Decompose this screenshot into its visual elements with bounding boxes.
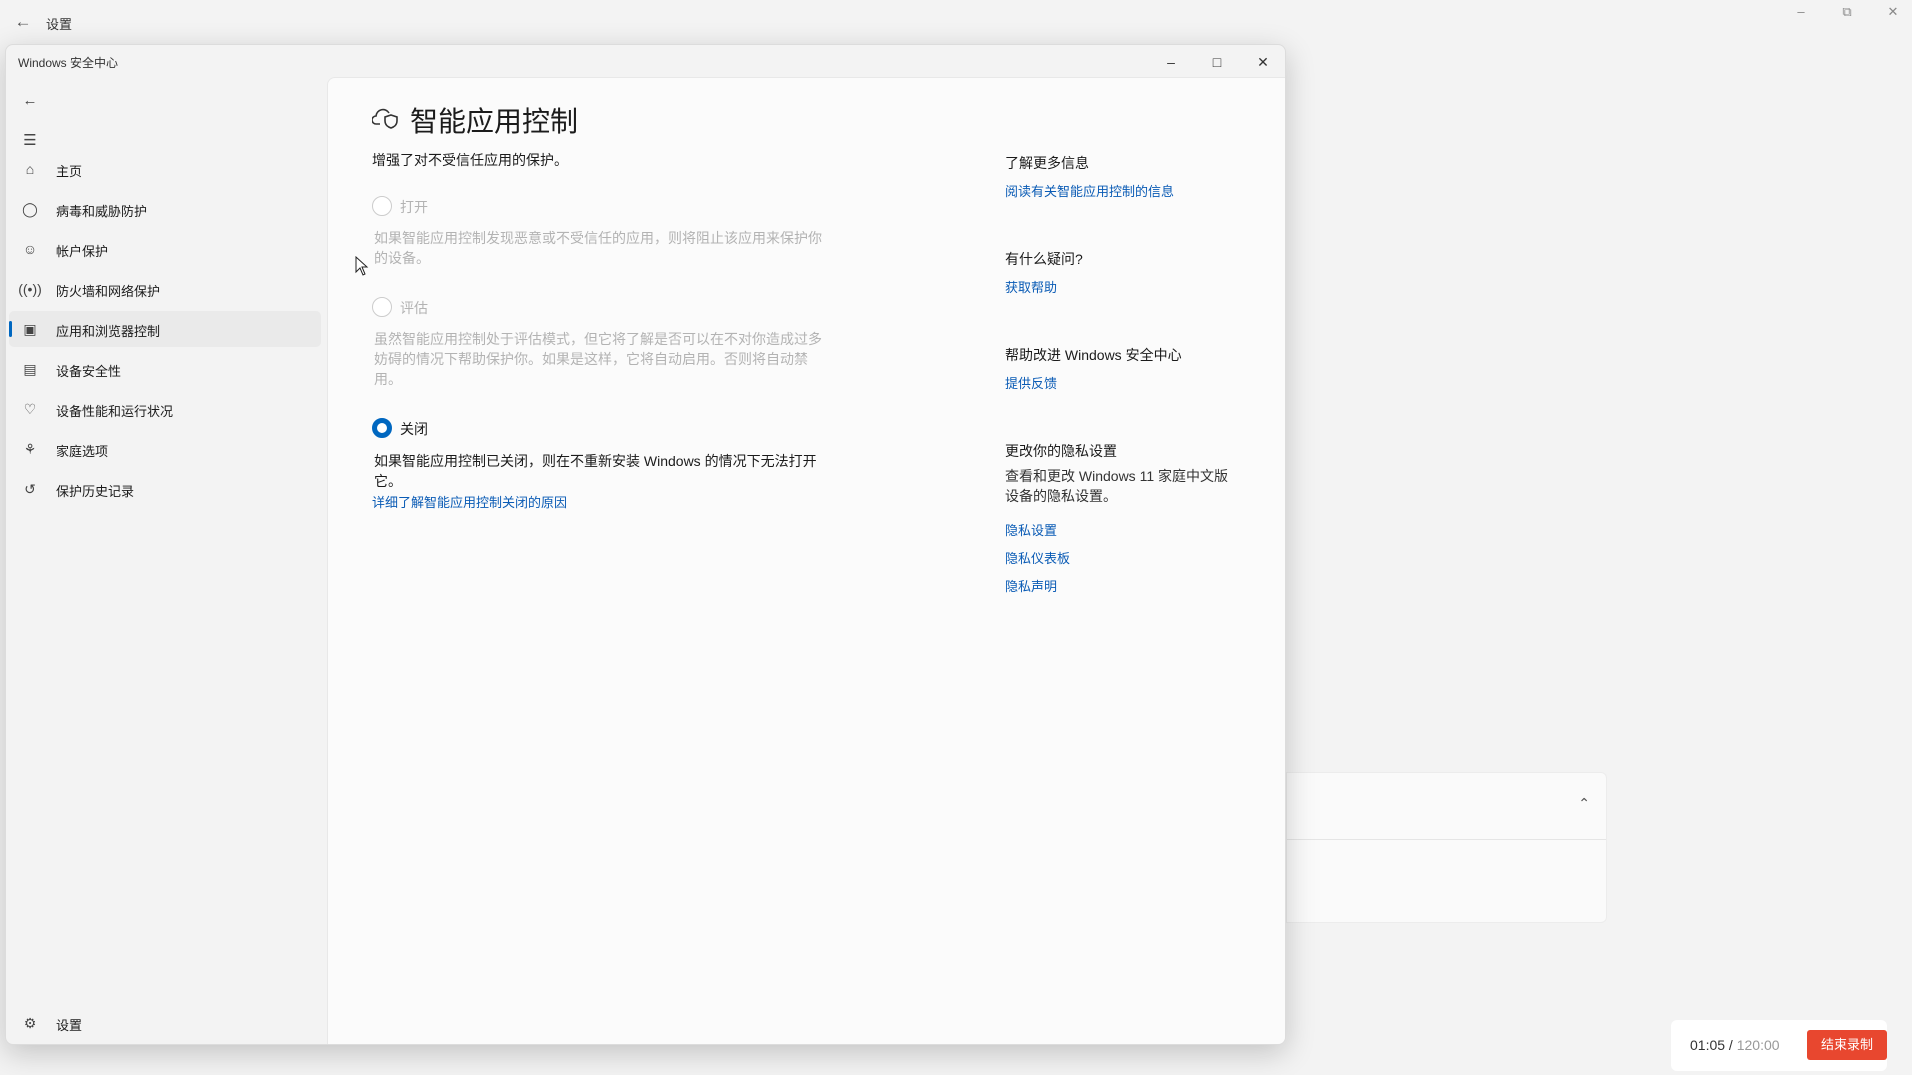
sidebar-item-label: 设置 (56, 1018, 83, 1033)
mouse-cursor-icon (355, 256, 369, 276)
app-window-icon: ▣ (23, 321, 37, 337)
privacy-statement-link[interactable]: 隐私声明 (1005, 576, 1057, 595)
history-icon: ↺ (24, 481, 36, 497)
learn-why-off-link[interactable]: 详细了解智能应用控制关闭的原因 (372, 492, 567, 511)
cloud-shield-icon (372, 108, 398, 129)
improve-heading: 帮助改进 Windows 安全中心 (1005, 347, 1182, 363)
outer-minimize-button[interactable]: – (1788, 4, 1814, 24)
sidebar-item-label: 家庭选项 (56, 444, 109, 459)
recording-timer: 01:05 / 120:00 (1690, 1037, 1780, 1053)
radio-off-label: 关闭 (400, 421, 428, 437)
page-title: 智能应用控制 (410, 106, 579, 137)
stop-recording-button[interactable]: 结束录制 (1807, 1030, 1887, 1060)
antenna-icon: ((•)) (18, 281, 42, 297)
option-on-description: 如果智能应用控制发现恶意或不受信任的应用，则将阻止该应用来保护你 的设备。 (374, 230, 822, 266)
get-help-link[interactable]: 获取帮助 (1005, 277, 1057, 296)
person-icon: ☺ (22, 241, 38, 257)
close-button[interactable]: ✕ (1243, 47, 1283, 77)
privacy-heading: 更改你的隐私设置 (1005, 443, 1117, 459)
sidebar-item-home[interactable]: ⌂ 主页 (9, 151, 321, 187)
sidebar-item-label: 主页 (56, 164, 83, 179)
radio-on-label: 打开 (400, 199, 428, 215)
sidebar-item-device-security[interactable]: ▤ 设备安全性 (9, 351, 321, 387)
privacy-dashboard-link[interactable]: 隐私仪表板 (1005, 548, 1070, 567)
radio-on[interactable] (372, 196, 392, 216)
learn-more-heading: 了解更多信息 (1005, 155, 1089, 171)
page-subtitle: 增强了对不受信任应用的保护。 (372, 152, 568, 168)
sidebar-item-label: 设备性能和运行状况 (56, 404, 174, 419)
outer-close-button[interactable]: ✕ (1880, 4, 1906, 24)
questions-heading: 有什么疑问? (1005, 251, 1083, 267)
sidebar-item-label: 设备安全性 (56, 364, 122, 379)
laptop-icon: ▤ (23, 361, 37, 377)
security-center-window: Windows 安全中心 – □ ✕ ← ☰ ⌂ 主页 ◯ 病毒和威胁防护 ☺ 帐户保… (5, 44, 1286, 1045)
nav-back-icon[interactable]: ← (18, 89, 42, 113)
give-feedback-link[interactable]: 提供反馈 (1005, 373, 1057, 392)
chevron-up-icon[interactable]: ⌃ (1578, 795, 1590, 812)
option-evaluate-description: 虽然智能应用控制处于评估模式，但它将了解是否可以在不对你造成过多 妨碍的情况下帮助… (374, 331, 822, 387)
radio-evaluate-label: 评估 (400, 300, 428, 316)
home-icon: ⌂ (25, 161, 35, 177)
background-expander-panel: ⌃ (1286, 772, 1607, 923)
minimize-button[interactable]: – (1151, 47, 1191, 77)
radio-evaluate[interactable] (372, 297, 392, 317)
sidebar-item-protection-history[interactable]: ↺ 保护历史记录 (9, 471, 321, 507)
option-off-description: 如果智能应用控制已关闭，则在不重新安装 Windows 的情况下无法打开 它。 (374, 453, 817, 489)
sidebar-item-settings[interactable]: ⚙ 设置 (9, 1005, 321, 1041)
privacy-settings-link[interactable]: 隐私设置 (1005, 520, 1057, 539)
radio-off[interactable] (372, 418, 392, 438)
back-arrow-icon[interactable]: ← (12, 12, 34, 34)
sidebar-item-virus-protection[interactable]: ◯ 病毒和威胁防护 (9, 191, 321, 227)
sidebar-item-label: 防火墙和网络保护 (56, 284, 161, 299)
privacy-description: 查看和更改 Windows 11 家庭中文版 设备的隐私设置。 (1005, 468, 1228, 504)
sidebar-item-device-performance[interactable]: ♡ 设备性能和运行状况 (9, 391, 321, 427)
sidebar-item-label: 应用和浏览器控制 (56, 324, 161, 339)
maximize-button[interactable]: □ (1197, 47, 1237, 77)
recording-widget: 01:05 / 120:00 结束录制 (1671, 1020, 1887, 1071)
sidebar-item-label: 帐户保护 (56, 244, 109, 259)
sidebar-item-account-protection[interactable]: ☺ 帐户保护 (9, 231, 321, 267)
sidebar-item-family-options[interactable]: ⚘ 家庭选项 (9, 431, 321, 467)
read-about-link[interactable]: 阅读有关智能应用控制的信息 (1005, 181, 1174, 200)
main-content: 智能应用控制 增强了对不受信任应用的保护。 打开 如果智能应用控制发现恶意或不受… (327, 77, 1285, 1044)
window-title: Windows 安全中心 (18, 56, 119, 70)
outer-restore-button[interactable]: ⧉ (1834, 4, 1860, 24)
sidebar-item-label: 保护历史记录 (56, 484, 135, 499)
heart-pulse-icon: ♡ (23, 401, 37, 417)
family-icon: ⚘ (23, 441, 37, 457)
sidebar-item-label: 病毒和威胁防护 (56, 204, 148, 219)
gear-icon: ⚙ (23, 1015, 37, 1031)
shield-icon: ◯ (22, 201, 38, 217)
sidebar-item-app-browser-control[interactable]: ▣ 应用和浏览器控制 (9, 311, 321, 347)
divider (1287, 839, 1606, 840)
settings-title: 设置 (46, 17, 73, 32)
hamburger-menu-icon[interactable]: ☰ (18, 129, 42, 153)
sidebar-item-firewall[interactable]: ((•)) 防火墙和网络保护 (9, 271, 321, 307)
